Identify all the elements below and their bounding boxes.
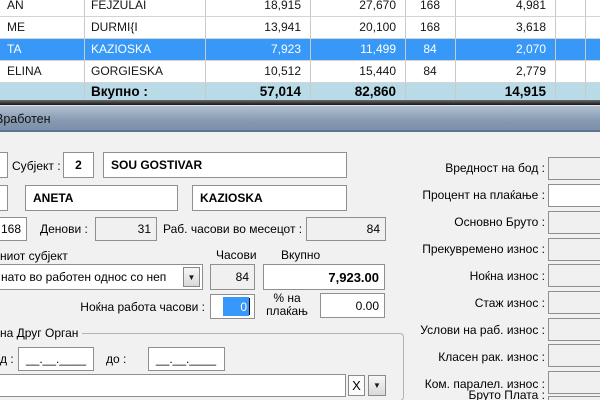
percent-pay-label-line2: плаќањ [256,305,318,318]
total-label: Вкупно : [84,82,205,100]
subject-name-field[interactable]: SOU GOSTIVAR [103,152,347,178]
percent-pay-label: % на плаќањ [256,292,318,318]
subject-code-field[interactable]: 2 [63,152,94,178]
base-gross-field [548,211,600,234]
grid-line [405,0,406,100]
overtime-amount-label: Прекувремено износ : [320,242,545,256]
seniority-amount-label: Стаж износ : [320,296,545,310]
cell-surname: KAZIOSKA [84,38,205,60]
cell-hours: 168 [405,16,455,38]
cell-value1: 13,941 [205,16,310,38]
base-gross-label: Основно Бруто : [320,215,545,229]
employee-table: AN FEJZULAI 18,915 27,670 168 4,981 ME D… [0,0,600,100]
cell-value1: 7,923 [205,38,310,60]
grid-line [310,0,311,100]
app-window: AN FEJZULAI 18,915 27,670 168 4,981 ME D… [0,0,600,400]
cut-field[interactable] [0,152,8,178]
work-conditions-amount-label: Услови на раб. износ : [320,323,545,337]
grid-line [585,0,586,100]
cell-value2: 15,440 [310,60,405,82]
first-name-field[interactable]: ANETA [25,185,178,211]
month-hours-label: Раб. часови во месецот : [163,222,302,236]
work-status-combobox-text: нато во работен однос со неп [1,270,166,284]
grid-line [455,0,456,100]
date-to-label: до : [106,352,126,366]
total-value2: 82,860 [310,82,405,100]
table-row[interactable]: ELINA GORGIESKA 10,512 15,440 84 2,779 [0,60,600,82]
cell-name: TA [0,38,84,60]
work-status-combobox[interactable]: нато во работен однос со неп ▼ [0,264,203,290]
cell-value3: 4,981 [455,0,555,16]
hours-header: Часови [216,248,257,262]
gross-salary-label: Бруто Плата : [320,388,545,400]
dialog-titlebar[interactable]: Вработен [0,105,600,132]
cut-field[interactable] [0,185,8,211]
work-hours-field: 84 [210,264,255,290]
gross-salary-field [548,396,600,400]
grid-line [84,0,85,100]
cell-value1: 10,512 [205,60,310,82]
work-section-label: ниот субјект [0,249,68,263]
selected-text: 0 [223,297,249,316]
cell-hours: 84 [405,38,455,60]
cell-value3: 2,779 [455,60,555,82]
cell-value3: 3,618 [455,16,555,38]
cell-value1: 18,915 [205,0,310,16]
percent-paying-field[interactable] [548,184,600,207]
grid-line [555,0,556,100]
cell-surname: FEJZULAI [84,0,205,16]
cell-name: AN [0,0,84,16]
subject-label: Субјект : [12,159,61,173]
cell-name: ELINA [0,60,84,82]
total-header: Вкупно [281,248,320,262]
grid-line [0,38,600,39]
point-value-field [548,157,600,180]
overtime-amount-field [548,238,600,261]
cell-value2: 20,100 [310,16,405,38]
night-hours-input[interactable]: 0 [210,294,255,319]
days-label: Денови : [40,222,88,236]
cell-value3: 2,070 [455,38,555,60]
chevron-down-icon[interactable]: ▼ [183,267,200,287]
grid-line [205,0,206,100]
grid-line [0,60,600,61]
days-field: 31 [95,217,157,241]
other-organ-label: на Друг Орган [0,326,82,340]
cell-value2: 11,499 [310,38,405,60]
night-hours-label: Ноќна работа часови : [58,300,205,314]
total-value3: 14,915 [455,82,555,100]
text-cursor [249,298,250,315]
work-conditions-amount-field [548,318,600,341]
cell-surname: GORGIESKA [84,60,205,82]
date-from-label: д : [0,352,14,366]
grid-line [0,16,600,17]
date-from-input[interactable]: __.__.____ [18,347,94,371]
class-manager-amount-field [548,344,600,367]
table-total-row: Вкупно : 57,014 82,860 14,915 [0,82,600,100]
cell-hours: 84 [405,60,455,82]
other-organ-combobox[interactable] [0,374,346,397]
cell-value2: 27,670 [310,0,405,16]
cell-name: ME [0,16,84,38]
night-amount-label: Ноќна износ : [320,269,545,283]
date-to-input[interactable]: __.__.____ [148,347,225,371]
parallel-amount-field [548,371,600,394]
class-manager-amount-label: Класен рак. износ : [320,350,545,364]
table-row[interactable]: ME DURMI{I 13,941 20,100 168 3,618 [0,16,600,38]
cell-hours: 168 [405,0,455,16]
dialog-title: Вработен [0,112,51,126]
total-value1: 57,014 [205,82,310,100]
cell-surname: DURMI{I [84,16,205,38]
hours-168-field[interactable]: 168 [0,217,27,241]
percent-paying-label: Процент на плаќање : [320,188,545,202]
grid-line [0,82,600,83]
table-row[interactable]: AN FEJZULAI 18,915 27,670 168 4,981 [0,0,600,16]
table-row-selected[interactable]: TA KAZIOSKA 7,923 11,499 84 2,070 [0,38,600,60]
point-value-label: Вредност на бод : [320,161,545,175]
seniority-amount-field [548,291,600,314]
night-amount-field [548,264,600,287]
